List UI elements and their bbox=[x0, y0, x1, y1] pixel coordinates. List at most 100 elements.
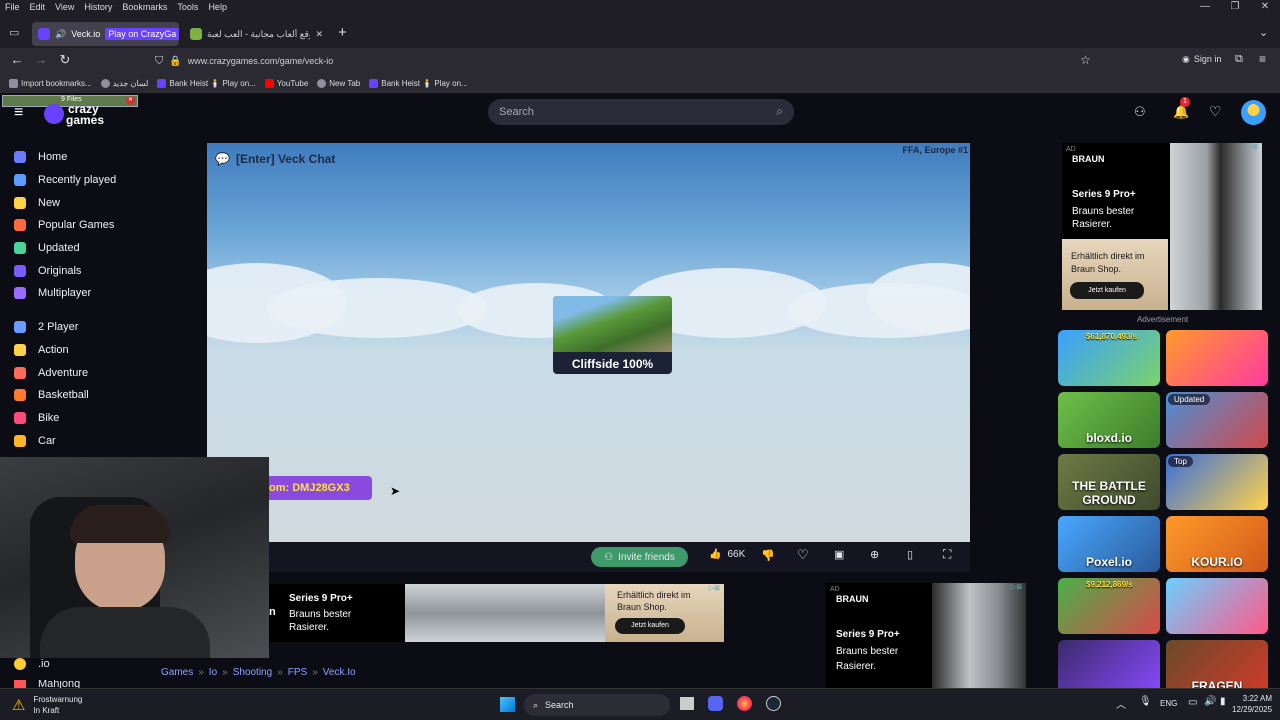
microphone-icon[interactable]: 🎙 bbox=[1139, 696, 1152, 707]
forward-arrow-icon[interactable]: → bbox=[29, 52, 53, 67]
close-overlay-icon[interactable]: ✕ bbox=[126, 96, 135, 105]
breadcrumb-item[interactable]: Games bbox=[161, 667, 193, 678]
windows-start-icon[interactable] bbox=[500, 697, 515, 712]
sign-in-button[interactable]: ◉ Sign in bbox=[1182, 54, 1221, 65]
game-thumbnail[interactable] bbox=[1166, 330, 1268, 386]
sidebar-item-home[interactable]: Home bbox=[14, 148, 67, 166]
task-view-icon[interactable] bbox=[680, 697, 694, 710]
bookmark-import[interactable]: Import bookmarks... bbox=[9, 79, 92, 88]
sidebar-item-2-player[interactable]: 2 Player bbox=[14, 318, 78, 336]
game-thumbnail[interactable]: $61,870,493/s bbox=[1058, 330, 1160, 386]
steam-icon[interactable] bbox=[766, 696, 781, 711]
volume-icon[interactable]: 🔊 bbox=[1204, 696, 1216, 707]
network-icon[interactable]: ▭ bbox=[1188, 697, 1197, 708]
bookmark-bank-heist-2[interactable]: Bank Heist 🕯️ Play on... bbox=[369, 79, 468, 88]
address-bar[interactable]: ⛉ 🔒 www.crazygames.com/game/veck-io bbox=[155, 50, 1100, 72]
ad-cta-button[interactable]: Jetzt kaufen bbox=[1070, 282, 1144, 299]
game-thumbnail[interactable]: Updated bbox=[1166, 392, 1268, 448]
sidebar-item-basketball[interactable]: Basketball bbox=[14, 386, 89, 404]
app-menu-icon[interactable]: ≡ bbox=[1259, 52, 1266, 66]
bookmark-new-tongue[interactable]: لسان جديد bbox=[100, 79, 148, 88]
sidebar-item-originals[interactable]: Originals bbox=[14, 262, 81, 280]
clock[interactable]: 3:22 AM 12/29/2025 bbox=[1232, 693, 1272, 715]
shield-icon[interactable]: ⛉ bbox=[155, 55, 163, 68]
game-thumbnail[interactable]: Poxel.io bbox=[1058, 516, 1160, 572]
search-input[interactable]: Search ⌕ bbox=[488, 99, 794, 125]
sidebar-item-updated[interactable]: Updated bbox=[14, 239, 80, 257]
breadcrumb-item[interactable]: FPS bbox=[288, 667, 307, 678]
bottom-banner-ad[interactable]: n Series 9 Pro+ Brauns bester Rasierer. … bbox=[269, 584, 724, 642]
battery-icon[interactable]: ▮ bbox=[1220, 696, 1226, 707]
tab-overflow-icon[interactable]: ⌄ bbox=[1259, 26, 1268, 39]
game-thumbnail[interactable]: KOUR.IO bbox=[1166, 516, 1268, 572]
friends-icon[interactable]: ⚇ bbox=[1134, 104, 1146, 120]
menu-edit[interactable]: Edit bbox=[25, 2, 51, 12]
mobile-icon[interactable]: ▯ bbox=[907, 548, 913, 561]
room-code-badge[interactable]: om: DMJ28GX3 bbox=[262, 476, 372, 500]
chat-label[interactable]: 💬 [Enter] Veck Chat bbox=[215, 152, 335, 166]
close-tab-icon[interactable]: ✕ bbox=[315, 29, 323, 40]
theater-mode-icon[interactable]: ⊕ bbox=[870, 548, 879, 561]
sidebar-item-recently-played[interactable]: Recently played bbox=[14, 171, 116, 189]
speaker-icon[interactable]: 🔊 bbox=[55, 29, 66, 40]
sidebar-item-io[interactable]: .io bbox=[14, 658, 50, 670]
tab-veck-io[interactable]: 🔊 Veck.io Play on CrazyGa ✕ bbox=[32, 22, 179, 46]
sidebar-item-popular-games[interactable]: Popular Games bbox=[14, 216, 114, 234]
like-button[interactable]: 👍 66K bbox=[709, 549, 745, 560]
right-top-ad[interactable]: AD BRAUN Series 9 Pro+ Brauns bester Ras… bbox=[1062, 143, 1262, 310]
search-icon[interactable]: ⌕ bbox=[776, 104, 783, 119]
crazygames-logo[interactable]: crazy games bbox=[44, 98, 116, 128]
menu-view[interactable]: View bbox=[50, 2, 79, 12]
menu-tools[interactable]: Tools bbox=[172, 2, 203, 12]
extensions-icon[interactable]: ⧉ bbox=[1235, 53, 1243, 66]
menu-help[interactable]: Help bbox=[203, 2, 232, 12]
game-thumbnail[interactable]: THE BATTLE GROUND bbox=[1058, 454, 1160, 510]
ad-choices-icon[interactable]: ▷⊠ bbox=[709, 584, 720, 592]
invite-friends-button[interactable]: ⚇ Invite friends bbox=[591, 547, 688, 567]
favorite-heart-icon[interactable]: ♡ bbox=[797, 547, 809, 563]
list-all-tabs-icon[interactable]: ▭ bbox=[9, 26, 19, 39]
bottom-right-ad[interactable]: AD BRAUN Series 9 Pro+ Brauns bester Ras… bbox=[826, 583, 1026, 688]
avatar[interactable] bbox=[1241, 100, 1266, 125]
sidebar-item-bike[interactable]: Bike bbox=[14, 409, 59, 427]
sidebar-item-car[interactable]: Car bbox=[14, 432, 56, 450]
ad-choices-icon[interactable]: ▷⊠ bbox=[1247, 143, 1258, 151]
breadcrumb-item[interactable]: Shooting bbox=[233, 667, 272, 678]
firefox-icon[interactable] bbox=[737, 696, 752, 711]
bookmark-youtube[interactable]: YouTube bbox=[264, 79, 308, 88]
bookmark-star-icon[interactable]: ☆ bbox=[1080, 53, 1091, 67]
fullscreen-icon[interactable]: ⛶ bbox=[943, 547, 951, 562]
menu-history[interactable]: History bbox=[79, 2, 117, 12]
game-thumbnail[interactable]: Top bbox=[1166, 454, 1268, 510]
minimize-button[interactable]: — bbox=[1190, 0, 1220, 14]
sidebar-item-mahjong[interactable]: Mahjong bbox=[14, 680, 80, 688]
ad-cta-button[interactable]: Jetzt kaufen bbox=[615, 618, 685, 634]
language-indicator[interactable]: ENG bbox=[1160, 699, 1177, 708]
reload-icon[interactable]: ↻ bbox=[53, 52, 77, 68]
restore-button[interactable]: ❐ bbox=[1220, 0, 1250, 14]
hamburger-menu-icon[interactable]: ≡ bbox=[14, 104, 23, 122]
sidebar-item-action[interactable]: Action bbox=[14, 341, 69, 359]
game-thumbnail[interactable]: bloxd.io bbox=[1058, 392, 1160, 448]
sidebar-item-adventure[interactable]: Adventure bbox=[14, 364, 88, 382]
tab-arabic-games[interactable]: موقع ألعاب مجانية - العب لعبة ... ✕ bbox=[184, 22, 329, 46]
close-window-button[interactable]: ✕ bbox=[1250, 0, 1280, 14]
new-tab-icon[interactable]: + bbox=[338, 24, 347, 41]
menu-bookmarks[interactable]: Bookmarks bbox=[117, 2, 172, 12]
taskbar-search-input[interactable]: ⌕ Search bbox=[524, 694, 670, 716]
tray-chevron-icon[interactable]: ︿ bbox=[1116, 696, 1126, 711]
feedback-icon[interactable]: ▣ bbox=[834, 548, 844, 561]
game-thumbnail[interactable] bbox=[1166, 578, 1268, 634]
bookmark-bank-heist-1[interactable]: Bank Heist 🕯️ Play on... bbox=[157, 79, 256, 88]
sidebar-item-new[interactable]: New bbox=[14, 194, 60, 212]
favorites-heart-icon[interactable]: ♡ bbox=[1209, 103, 1222, 120]
bookmark-new-tab[interactable]: New Tab bbox=[317, 79, 360, 88]
menu-file[interactable]: File bbox=[0, 2, 25, 12]
weather-widget[interactable]: ⚠ Frostwarnung In Kraft bbox=[12, 694, 82, 716]
thumbs-down-icon[interactable]: 👎 bbox=[761, 549, 775, 562]
game-canvas[interactable]: 💬 [Enter] Veck Chat FFA, Europe #1 Cliff… bbox=[207, 143, 970, 542]
discord-icon[interactable] bbox=[708, 696, 723, 711]
breadcrumb-item[interactable]: Veck.Io bbox=[323, 667, 356, 678]
breadcrumb-item[interactable]: Io bbox=[209, 667, 217, 678]
sidebar-item-multiplayer[interactable]: Multiplayer bbox=[14, 284, 91, 302]
